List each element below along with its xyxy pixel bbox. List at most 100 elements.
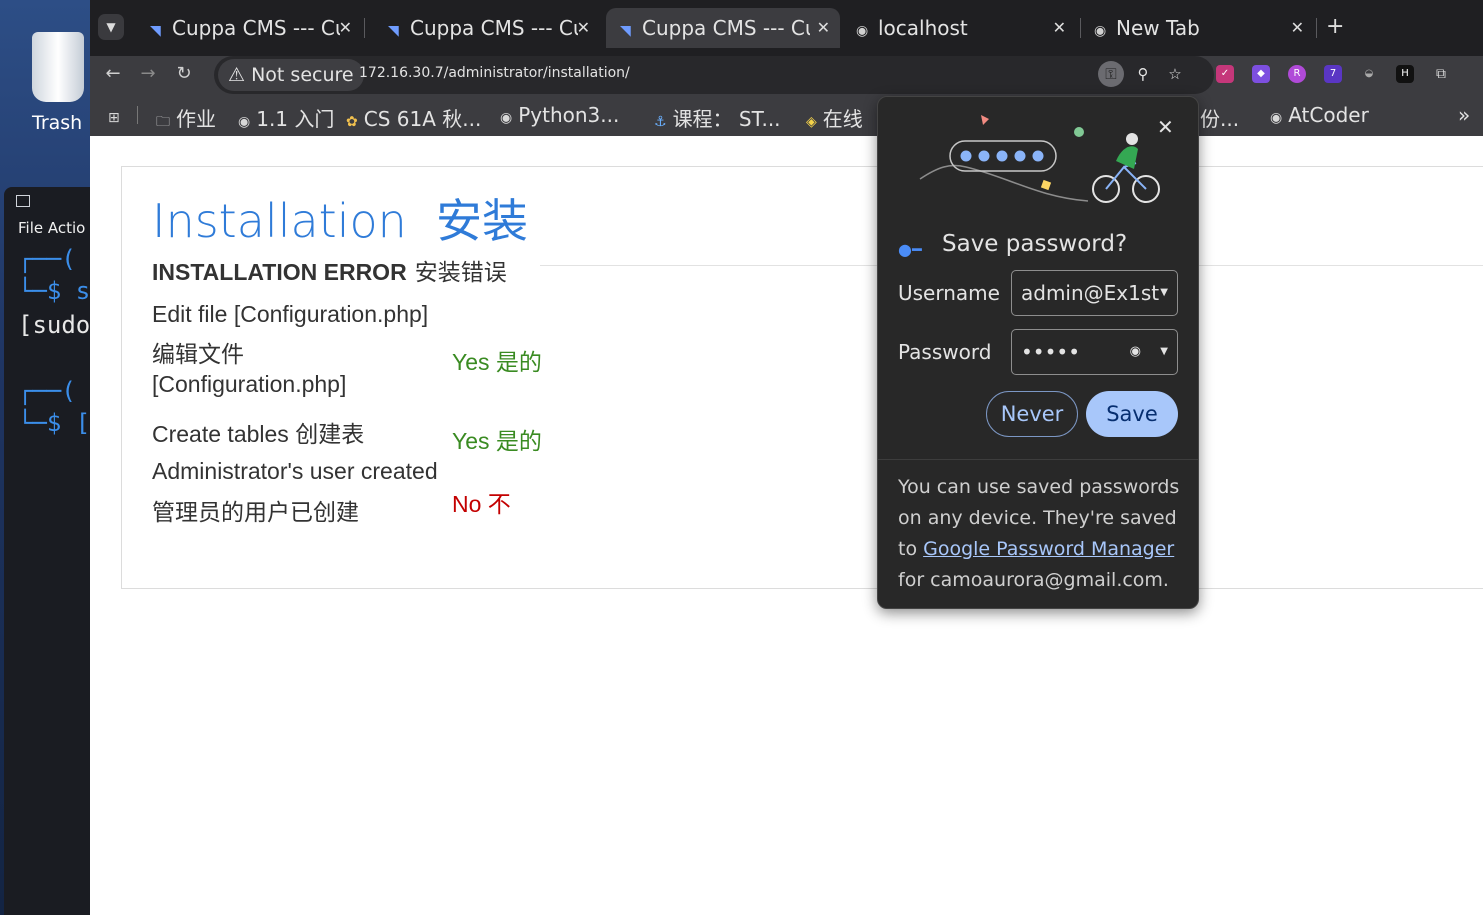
desktop: Trash File Actio ┌──( └─$ s [sudo ┌──( └… <box>0 0 90 915</box>
page-title: Installation 安装 <box>152 185 528 251</box>
reload-icon: ↻ <box>176 63 192 84</box>
page-title-cn: 安装 <box>436 194 529 248</box>
forward-button[interactable]: → <box>136 62 160 86</box>
bookmark-item[interactable]: ◉ Python3... <box>500 103 619 127</box>
cuppa-favicon-icon: ◥ <box>150 23 161 39</box>
bookmark-label: AtCoder <box>1288 103 1369 127</box>
extension-1-icon[interactable]: ✓ <box>1216 65 1234 83</box>
folder-icon: 🗀 <box>156 114 170 130</box>
bookmark-label: 份... <box>1200 107 1240 131</box>
browser-window: ▼ ◥ Cuppa CMS --- Cu ✕ ◥ Cuppa CMS --- Cu ✕ … <box>90 0 1483 915</box>
eye-icon[interactable]: ◉ <box>1130 330 1141 374</box>
save-button[interactable]: Save <box>1086 391 1178 437</box>
back-button[interactable]: ← <box>101 62 125 86</box>
arrow-left-icon: ← <box>105 63 121 84</box>
bookmark-item[interactable]: ◉ AtCoder <box>1270 103 1369 127</box>
python-icon: ◈ <box>806 114 817 130</box>
error-heading: INSTALLATION ERROR 安装错误 <box>152 253 507 287</box>
cuppa-favicon-icon: ◥ <box>388 23 399 39</box>
never-button[interactable]: Never <box>986 391 1078 437</box>
extensions-puzzle-icon[interactable]: ⧉ <box>1432 65 1450 83</box>
cal-icon: ✿ <box>346 114 358 130</box>
chevron-down-icon: ▼ <box>106 20 116 34</box>
tab-cuppa-2[interactable]: ◥ Cuppa CMS --- Cu ✕ <box>374 8 600 48</box>
save-password-dialog: ✕ ●━ Save password? Username admin@Ex1st… <box>877 96 1199 609</box>
bookmark-label: 1.1 入门 <box>256 107 335 131</box>
terminal-icon <box>16 195 30 207</box>
tab-cuppa-active[interactable]: ◥ Cuppa CMS --- Cu ✕ <box>606 8 840 48</box>
apps-grid-icon[interactable]: ⊞ <box>108 103 126 127</box>
tab-new-tab[interactable]: ◉ New Tab ✕ <box>1080 8 1314 48</box>
not-secure-chip[interactable]: ⚠ Not secure <box>218 59 364 91</box>
bookmark-label: 在线 <box>822 107 863 131</box>
tab-search-button[interactable]: ▼ <box>98 14 124 40</box>
status-badge: No 不 <box>452 491 511 517</box>
footer-text-post: for camoaurora@gmail.com. <box>898 569 1169 591</box>
step-label: Administrator's user created <box>152 458 438 484</box>
new-tab-button[interactable]: + <box>1326 14 1344 39</box>
arrow-right-icon: → <box>140 63 156 84</box>
close-icon[interactable]: ✕ <box>1157 115 1174 139</box>
extension-6-icon[interactable]: H <box>1396 65 1414 83</box>
bookmark-item[interactable]: ◈ 在线 <box>806 103 863 132</box>
trash-desktop-icon[interactable]: Trash <box>28 28 90 134</box>
extension-3-icon[interactable]: R <box>1288 65 1306 83</box>
dialog-title: Save password? <box>942 231 1128 257</box>
close-tab-icon[interactable]: ✕ <box>817 8 830 48</box>
bookmark-star-button[interactable]: ☆ <box>1162 61 1188 87</box>
globe-icon: ◉ <box>238 114 251 130</box>
globe-icon: ◉ <box>856 23 869 39</box>
dialog-footer: You can use saved passwords on any devic… <box>878 459 1198 608</box>
bookmark-label: Python3... <box>518 103 620 127</box>
toolbar: ← → ↻ ⚠ Not secure 172.16.30.7/administr… <box>90 56 1483 94</box>
close-tab-icon[interactable]: ✕ <box>577 8 590 48</box>
more-bookmarks-button[interactable]: » <box>1458 103 1470 127</box>
tab-title: Cuppa CMS --- Cu <box>172 16 340 40</box>
zoom-button[interactable]: ⚲ <box>1130 61 1156 87</box>
terminal-window[interactable]: File Actio ┌──( └─$ s [sudo ┌──( └─$ [ <box>4 187 90 915</box>
dropdown-arrow-icon[interactable]: ▼ <box>1160 271 1168 315</box>
close-tab-icon[interactable]: ✕ <box>1291 8 1304 48</box>
password-value: ••••• <box>1021 340 1080 364</box>
globe-icon: ◉ <box>500 110 513 126</box>
close-tab-icon[interactable]: ✕ <box>1053 8 1066 48</box>
tab-divider <box>1316 18 1317 38</box>
password-field[interactable]: ••••• ◉ ▼ <box>1011 329 1178 375</box>
password-label: Password <box>898 340 992 364</box>
bookmarks-bar: ⊞ 🗀 作业 ◉ 1.1 入门 ✿ CS 61A 秋... ◉ Python3... ⚓… <box>90 94 1483 136</box>
step-label: [Configuration.php] <box>152 371 347 397</box>
extension-badge: 7 <box>1329 68 1337 79</box>
bookmark-item[interactable]: 份... <box>1200 103 1239 132</box>
extension-2-icon[interactable]: ◆ <box>1252 65 1270 83</box>
password-manager-link[interactable]: Google Password Manager <box>923 538 1174 560</box>
tab-cuppa-1[interactable]: ◥ Cuppa CMS --- Cu ✕ <box>136 8 362 48</box>
url-text[interactable]: 172.16.30.7/administrator/installation/ <box>359 65 630 81</box>
tab-title: Cuppa CMS --- Cu <box>642 16 810 40</box>
status-badge: Yes 是的 <box>452 349 542 375</box>
course-icon: ⚓ <box>654 114 667 130</box>
address-bar[interactable]: ⚠ Not secure 172.16.30.7/administrator/i… <box>214 56 1214 94</box>
terminal-menu[interactable]: File Actio <box>18 219 85 237</box>
username-field[interactable]: admin@Ex1st ▼ <box>1011 270 1178 316</box>
password-key-button[interactable]: ⚿ <box>1098 61 1124 87</box>
bookmark-item[interactable]: ⚓ 课程： ST... <box>654 103 781 132</box>
extension-4-icon[interactable]: 7 <box>1324 65 1342 83</box>
bookmark-item[interactable]: ◉ 1.1 入门 <box>238 103 334 132</box>
bookmark-item[interactable]: ✿ CS 61A 秋... <box>346 103 481 132</box>
bookmark-label: CS 61A 秋... <box>363 107 482 131</box>
bookmark-item[interactable]: 🗀 作业 <box>156 103 216 135</box>
zoom-icon: ⚲ <box>1137 65 1149 83</box>
tab-localhost[interactable]: ◉ localhost ✕ <box>842 8 1076 48</box>
page-content: Installation 安装 INSTALLATION ERROR 安装错误 E… <box>90 136 1483 915</box>
globe-icon: ◉ <box>1270 110 1283 126</box>
key-icon: ⚿ <box>1105 65 1117 83</box>
password-key-icon: ●━ <box>898 240 922 259</box>
tab-title: New Tab <box>1116 16 1200 40</box>
reload-button[interactable]: ↻ <box>172 62 196 86</box>
close-tab-icon[interactable]: ✕ <box>339 8 352 48</box>
extension-5-icon[interactable]: ◒ <box>1360 65 1378 83</box>
star-icon: ☆ <box>1168 65 1182 83</box>
cuppa-favicon-icon: ◥ <box>620 23 631 39</box>
tab-title: Cuppa CMS --- Cu <box>410 16 578 40</box>
dropdown-arrow-icon[interactable]: ▼ <box>1160 330 1168 374</box>
